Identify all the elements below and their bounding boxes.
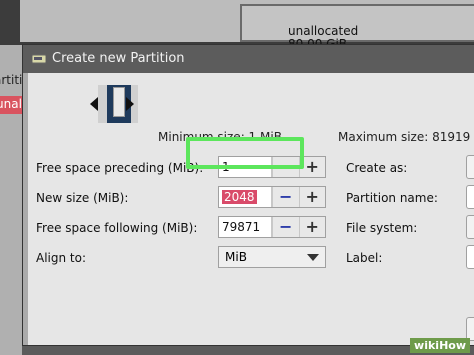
- label-label: Label:: [346, 251, 383, 265]
- free-space-preceding-label: Free space preceding (MiB):: [36, 161, 204, 175]
- dialog-content: Minimum size: 1 MiB Maximum size: 81919 …: [28, 73, 474, 345]
- following-increment-button[interactable]: +: [298, 217, 325, 237]
- background-partition-list: [0, 45, 22, 355]
- partition-resize-handle[interactable]: [113, 87, 125, 117]
- unallocated-title: unallocated: [288, 24, 359, 38]
- dialog-titlebar: Create new Partition: [23, 45, 474, 73]
- align-to-label: Align to:: [36, 251, 87, 265]
- free-space-following-spinner[interactable]: 79871 − +: [218, 216, 326, 238]
- drive-icon: [32, 54, 46, 64]
- resize-left-arrow-icon[interactable]: [90, 97, 98, 111]
- create-partition-dialog: Create new Partition Minimum size: 1 MiB…: [22, 44, 474, 346]
- label-input[interactable]: [466, 245, 474, 269]
- unallocated-row-text: unal: [0, 97, 22, 111]
- dialog-title: Create new Partition: [52, 51, 185, 66]
- new-size-increment-button[interactable]: +: [298, 187, 325, 207]
- free-space-following-input[interactable]: 79871: [219, 217, 273, 237]
- create-as-label: Create as:: [346, 161, 408, 175]
- new-size-label: New size (MiB):: [36, 191, 129, 205]
- partition-name-input[interactable]: [466, 185, 474, 209]
- maximum-size-label: Maximum size: 81919 M: [338, 130, 474, 144]
- new-size-spinner[interactable]: 2048 − +: [218, 186, 326, 208]
- partition-name-label: Partition name:: [346, 191, 438, 205]
- chevron-down-icon: [307, 254, 319, 261]
- free-space-following-label: Free space following (MiB):: [36, 221, 198, 235]
- following-decrement-button[interactable]: −: [272, 217, 299, 237]
- file-system-select[interactable]: [466, 215, 474, 239]
- create-as-select[interactable]: [466, 155, 474, 179]
- new-size-decrement-button[interactable]: −: [272, 187, 299, 207]
- file-system-label: File system:: [346, 221, 418, 235]
- watermark-logo: wikiHow: [410, 338, 470, 353]
- align-to-select[interactable]: MiB: [218, 246, 326, 268]
- resize-right-arrow-icon[interactable]: [126, 97, 134, 111]
- new-size-input[interactable]: 2048: [219, 187, 273, 207]
- new-size-highlight-box: [186, 137, 304, 169]
- align-to-value: MiB: [225, 250, 247, 264]
- new-size-selected-text: 2048: [222, 190, 257, 204]
